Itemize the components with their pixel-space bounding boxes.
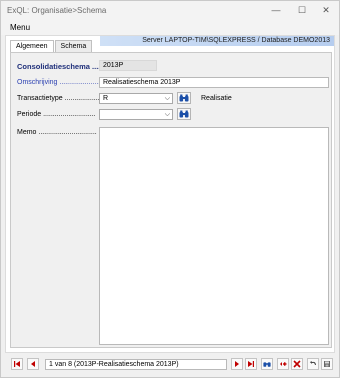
periode-lookup-button[interactable] bbox=[177, 108, 191, 120]
record-position-field[interactable]: 1 van 8 (2013P-Realisatieschema 2013P) bbox=[45, 359, 227, 370]
delete-record-button[interactable] bbox=[291, 358, 303, 370]
transactietype-label: Transactietype .................... bbox=[17, 95, 104, 102]
record-navigator: 1 van 8 (2013P-Realisatieschema 2013P) bbox=[5, 355, 335, 373]
main-window: ExQL: Organisatie>Schema — ☐ ✕ Menu Serv… bbox=[0, 0, 340, 378]
menu-item-menu[interactable]: Menu bbox=[10, 23, 30, 32]
binoculars-icon bbox=[179, 94, 189, 102]
search-record-button[interactable] bbox=[261, 358, 273, 370]
previous-record-button[interactable] bbox=[27, 358, 39, 370]
save-button[interactable] bbox=[321, 358, 333, 370]
skip-first-icon bbox=[14, 361, 20, 367]
periode-select[interactable]: ⌵ bbox=[99, 109, 173, 120]
binoculars-icon bbox=[179, 110, 189, 118]
save-icon bbox=[324, 361, 330, 367]
undo-icon bbox=[309, 361, 316, 366]
new-record-button[interactable] bbox=[277, 358, 289, 370]
skip-last-icon bbox=[248, 361, 254, 367]
chevron-down-icon: ⌵ bbox=[164, 95, 170, 102]
menu-bar: Menu bbox=[1, 19, 339, 35]
chevron-down-icon: ⌵ bbox=[164, 111, 170, 118]
close-button[interactable]: ✕ bbox=[313, 1, 339, 19]
tab-schema[interactable]: Schema bbox=[54, 40, 93, 52]
periode-label: Periode ........................... bbox=[17, 111, 96, 118]
form-panel: Consolidatieschema .... 2013P Omschrijvi… bbox=[10, 52, 332, 348]
server-info: Server LAPTOP-TIM\SQLEXPRESS / Database … bbox=[100, 36, 334, 46]
consolidatieschema-field: 2013P bbox=[99, 60, 157, 71]
tab-strip: Algemeen Schema bbox=[10, 40, 93, 53]
add-record-icon bbox=[280, 362, 287, 366]
binoculars-icon bbox=[263, 362, 271, 367]
next-record-button[interactable] bbox=[231, 358, 243, 370]
content-area: Server LAPTOP-TIM\SQLEXPRESS / Database … bbox=[5, 35, 335, 353]
consolidatieschema-label: Consolidatieschema .... bbox=[17, 62, 101, 71]
undo-button[interactable] bbox=[307, 358, 319, 370]
window-title: ExQL: Organisatie>Schema bbox=[7, 6, 107, 15]
minimize-button[interactable]: — bbox=[263, 1, 289, 19]
maximize-button[interactable]: ☐ bbox=[289, 1, 315, 19]
title-bar: ExQL: Organisatie>Schema — ☐ ✕ bbox=[1, 1, 339, 19]
omschrijving-label[interactable]: Omschrijving ..................... bbox=[17, 79, 100, 86]
memo-label: Memo .............................. bbox=[17, 129, 97, 136]
previous-icon bbox=[31, 361, 35, 367]
first-record-button[interactable] bbox=[11, 358, 23, 370]
transactietype-value: R bbox=[103, 95, 109, 102]
transactietype-lookup-button[interactable] bbox=[177, 92, 191, 104]
omschrijving-field[interactable]: Realisatieschema 2013P bbox=[99, 77, 329, 88]
last-record-button[interactable] bbox=[245, 358, 257, 370]
next-icon bbox=[235, 361, 239, 367]
delete-icon bbox=[293, 360, 301, 368]
memo-textarea[interactable] bbox=[99, 127, 329, 345]
transactietype-select[interactable]: R ⌵ bbox=[99, 93, 173, 104]
transactietype-description: Realisatie bbox=[201, 95, 232, 102]
